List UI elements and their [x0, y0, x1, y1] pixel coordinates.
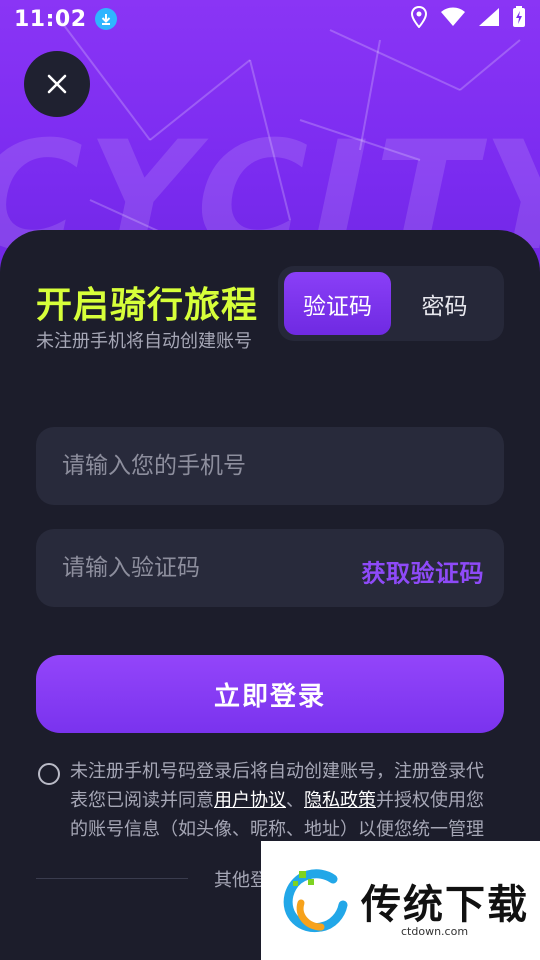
download-icon	[94, 8, 117, 30]
login-mode-tabs: 验证码 密码	[278, 266, 504, 341]
tab-verification-code[interactable]: 验证码	[284, 272, 391, 335]
watermark-logo-icon	[283, 868, 348, 932]
other-login-divider	[36, 878, 188, 879]
verification-code-input[interactable]	[62, 555, 332, 581]
signal-icon	[478, 7, 500, 31]
wifi-icon	[440, 7, 466, 31]
location-icon	[410, 5, 428, 32]
tab-password[interactable]: 密码	[391, 272, 498, 335]
login-button[interactable]: 立即登录	[36, 655, 504, 733]
status-time: 11:02	[14, 6, 87, 32]
agreement-radio[interactable]	[38, 763, 60, 785]
user-agreement-link[interactable]: 用户协议	[214, 790, 286, 811]
close-icon	[47, 74, 67, 94]
get-code-button[interactable]: 获取验证码	[362, 553, 485, 588]
phone-input[interactable]	[62, 453, 478, 479]
page-subtitle: 未注册手机将自动创建账号	[36, 331, 252, 352]
battery-icon	[512, 6, 526, 32]
privacy-policy-link[interactable]: 隐私政策	[304, 790, 376, 811]
agreement-row: 未注册手机号码登录后将自动创建账号，注册登录代表您已阅读并同意用户协议、隐私政策…	[38, 757, 498, 844]
other-login-label: 其他登	[214, 870, 268, 891]
code-field: 获取验证码	[36, 529, 504, 607]
watermark-url: ctdown.com	[401, 925, 469, 938]
watermark-name: 传统下载	[361, 881, 529, 928]
phone-field	[36, 427, 504, 505]
agreement-text: 未注册手机号码登录后将自动创建账号，注册登录代表您已阅读并同意用户协议、隐私政策…	[70, 757, 498, 844]
watermark-card: 传统下载 ctdown.com	[261, 841, 540, 960]
agreement-separator: 、	[286, 790, 304, 811]
page-title: 开启骑行旅程	[36, 285, 259, 326]
status-bar: 11:02	[0, 0, 540, 38]
close-button[interactable]	[24, 51, 90, 117]
